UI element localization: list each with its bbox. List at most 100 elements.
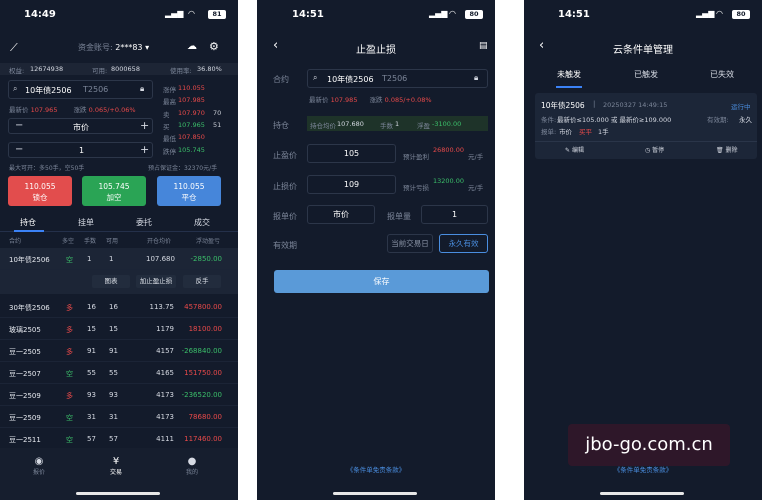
cell-avg-price: 107.680 — [146, 255, 175, 263]
change-value: 0.065/+0.06% — [88, 106, 136, 114]
close-label: 平仓 — [181, 193, 197, 202]
clock: 14:49 — [24, 9, 56, 20]
available-label: 可用: — [92, 67, 108, 75]
clock: 14:51 — [292, 9, 324, 20]
quantity-value: 1 — [79, 146, 85, 155]
cell-qty: 31 — [87, 413, 96, 421]
cell-available: 16 — [109, 303, 118, 311]
cell-floating-pl: 151750.00 — [184, 369, 222, 377]
cell-available: 31 — [109, 413, 118, 421]
account-value: 2***83 — [115, 43, 143, 52]
cell-qty: 93 — [87, 391, 96, 399]
edit-button[interactable]: ✎ 编辑 — [565, 145, 584, 154]
condition-order-card[interactable]: 10年债2506 | 20250327 14:49:15 运行中 条件: 最新价… — [535, 93, 757, 159]
col-avg-price: 开仓均价 — [147, 238, 172, 245]
add-short-button[interactable]: 105.745 加空 — [82, 176, 146, 206]
nav-trade-label: 交易 — [109, 469, 122, 476]
page-title: 止盈止损 — [356, 45, 396, 56]
cell-qty: 91 — [87, 347, 96, 355]
book-price: 110.055 — [178, 84, 205, 92]
lock-position-button[interactable]: 110.055 锁仓 — [8, 176, 72, 206]
contract-name: 10年债2506 — [327, 75, 374, 84]
active-tab-indicator — [14, 230, 44, 232]
tp-sl-screen: 14:51 ▂▄▆ ◠ 80 ‹ 止盈止损 ▤ 合约 ⌕ 10年债2506 T2… — [257, 0, 495, 500]
table-row[interactable]: 豆一2509 空 31 31 4173 78680.00 — [0, 406, 238, 428]
col-qty: 手数 — [84, 238, 97, 245]
lock-icon: 🔒︎ — [474, 73, 479, 82]
minus-icon[interactable]: − — [15, 120, 23, 131]
cell-direction: 空 — [66, 436, 73, 444]
sl-price-input[interactable]: 109 — [307, 175, 396, 194]
table-row[interactable]: 豆一2507 空 55 55 4165 151750.00 — [0, 362, 238, 384]
tab-fills[interactable]: 成交 — [194, 217, 210, 228]
tp-est-label: 预计盈利 — [403, 153, 429, 161]
chart-button[interactable]: 图表 — [92, 275, 130, 288]
validity-today-option[interactable]: 当前交易日 — [387, 234, 433, 253]
floating-pl: -3100.00 — [432, 120, 462, 128]
price-type-field[interactable]: − 市价 + — [8, 118, 153, 134]
nav-trade[interactable]: ¥ 交易 — [107, 456, 125, 476]
cell-qty: 55 — [87, 369, 96, 377]
minus-icon[interactable]: − — [15, 144, 23, 155]
tab-untriggered[interactable]: 未触发 — [557, 69, 581, 80]
edit-label: 编辑 — [571, 147, 584, 154]
pause-button[interactable]: ◷ 暂停 — [645, 145, 664, 154]
battery-icon: 80 — [465, 10, 483, 19]
tab-orders[interactable]: 委托 — [136, 217, 152, 228]
home-indicator — [333, 492, 417, 495]
cell-direction: 空 — [66, 256, 73, 264]
account-selector[interactable]: 资金账号: 2***83 ▾ — [78, 42, 149, 53]
quotes-icon: ◉ — [34, 456, 44, 467]
quantity-stepper[interactable]: − 1 + — [8, 142, 153, 158]
contract-name: 10年债2506 — [25, 86, 72, 95]
order-price-select[interactable]: 市价 — [307, 205, 375, 224]
available-value: 8000658 — [111, 65, 140, 73]
plus-icon[interactable]: + — [140, 143, 149, 156]
table-row[interactable]: 30年债2506 多 16 16 113.75 457800.00 — [0, 296, 238, 318]
document-icon[interactable]: ▤ — [479, 41, 488, 51]
table-row[interactable]: 10年债2506 空 1 1 107.680 -2850.00 — [0, 248, 238, 270]
order-qty-input[interactable]: 1 — [421, 205, 488, 224]
gear-icon[interactable]: ⚙ — [209, 40, 219, 53]
validity-label: 有效期 — [273, 241, 297, 250]
save-button[interactable]: 保存 — [274, 270, 489, 293]
tab-pending[interactable]: 挂单 — [78, 217, 94, 228]
status-bar: 14:51 ▂▄▆ ◠ 80 — [257, 0, 495, 30]
plus-icon[interactable]: + — [140, 119, 149, 132]
terms-link[interactable]: 《条件单免责条款》 — [257, 464, 495, 474]
chart-icon[interactable]: ⟋ — [10, 41, 18, 55]
table-row[interactable]: 豆一2511 空 57 57 4111 117460.00 — [0, 428, 238, 450]
tab-positions[interactable]: 持仓 — [20, 217, 36, 228]
account-info-bar: 权益: 12674938 可用: 8000658 使用率: 36.80% — [0, 63, 238, 75]
valid-label: 有效期: — [707, 116, 729, 124]
nav-me[interactable]: ● 我的 — [183, 456, 201, 476]
table-row[interactable]: 豆一2509 多 93 93 4173 -236520.00 — [0, 384, 238, 406]
tab-triggered[interactable]: 已触发 — [634, 69, 658, 80]
qty-label: 手数 — [380, 122, 393, 130]
wifi-icon: ◠ — [716, 9, 723, 18]
table-row[interactable]: 玻璃2505 多 15 15 1179 18100.00 — [0, 318, 238, 340]
nav-quotes[interactable]: ◉ 报价 — [30, 456, 48, 476]
contract-field[interactable]: ⌕ 10年债2506 T2506 🔒︎ — [307, 69, 488, 88]
price-type-value: 市价 — [73, 123, 89, 132]
tab-expired[interactable]: 已失效 — [710, 69, 734, 80]
reverse-button[interactable]: 反手 — [183, 275, 221, 288]
cell-contract: 豆一2505 — [9, 348, 41, 356]
tp-price-input[interactable]: 105 — [307, 144, 396, 163]
table-row[interactable]: 豆一2505 多 91 91 4157 -268840.00 — [0, 340, 238, 362]
cell-qty: 57 — [87, 435, 96, 443]
contract-selector[interactable]: ⌕ 10年债2506 T2506 🔒︎ — [8, 80, 153, 99]
max-open-text: 最大可开：多50手，空50手 — [9, 165, 85, 172]
row-action-bar: 图表 加止盈止损 反手 — [0, 270, 238, 294]
screenshot: 14:49 ▂▄▆ ◠ 81 ⟋ 资金账号: 2***83 ▾ ☁ ⚙ 权益: … — [0, 0, 762, 500]
position-label: 持仓 — [273, 121, 289, 130]
cloud-icon[interactable]: ☁ — [187, 41, 197, 52]
delete-button[interactable]: 🗑︎ 删除 — [716, 145, 738, 154]
lock-price: 110.055 — [24, 182, 56, 191]
validity-permanent-option[interactable]: 永久有效 — [439, 234, 488, 253]
last-price: 107.985 — [330, 96, 358, 104]
cell-available: 91 — [109, 347, 118, 355]
close-position-button[interactable]: 110.055 平仓 — [157, 176, 221, 206]
add-tp-sl-button[interactable]: 加止盈止损 — [136, 275, 176, 288]
book-price: 107.985 — [178, 96, 205, 105]
